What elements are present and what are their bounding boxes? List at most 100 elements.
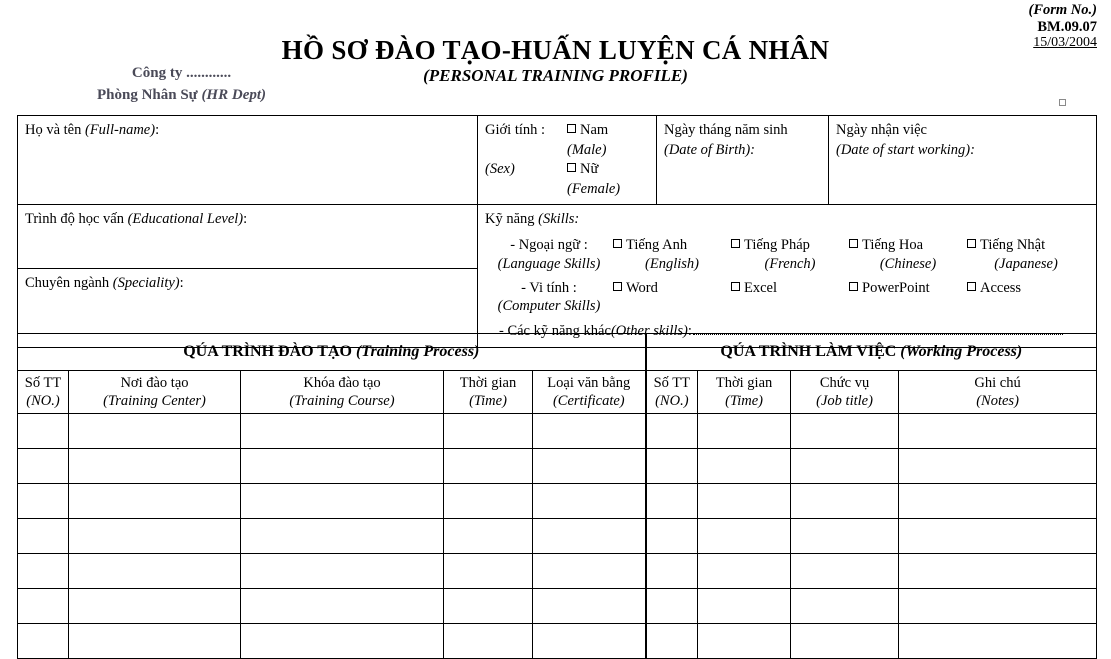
- training-cell[interactable]: [531, 518, 647, 554]
- checkbox-powerpoint-icon[interactable]: [849, 281, 858, 291]
- training-cell[interactable]: [68, 588, 241, 624]
- computer-option-powerpoint[interactable]: PowerPoint: [849, 279, 967, 298]
- training-cell[interactable]: [531, 413, 647, 449]
- working-cell[interactable]: [790, 448, 900, 484]
- working-cell[interactable]: [898, 553, 1098, 589]
- training-cell[interactable]: [240, 483, 444, 519]
- working-cell[interactable]: [644, 588, 699, 624]
- checkbox-access-icon[interactable]: [967, 281, 976, 291]
- checkbox-english-icon[interactable]: [613, 238, 622, 248]
- field-start-working[interactable]: Ngày nhận việc (Date of start working):: [828, 114, 1097, 206]
- computer-option-powerpoint-row[interactable]: PowerPoint: [849, 279, 967, 298]
- training-cell[interactable]: [240, 518, 444, 554]
- col-header-training-certificate: Loại văn bằng (Certificate): [531, 370, 647, 414]
- col-header-training-course: Khóa đào tạo (Training Course): [240, 370, 444, 414]
- working-cell[interactable]: [644, 448, 699, 484]
- working-cell[interactable]: [898, 588, 1098, 624]
- training-cell[interactable]: [443, 553, 533, 589]
- working-cell[interactable]: [697, 553, 792, 589]
- working-cell[interactable]: [898, 518, 1098, 554]
- computer-option-word[interactable]: Word: [613, 279, 731, 298]
- col-header-training-certificate-vi: Loại văn bằng: [547, 374, 631, 391]
- checkbox-french-icon[interactable]: [731, 238, 740, 248]
- language-option-chinese[interactable]: Tiếng Hoa (Chinese): [849, 236, 967, 274]
- training-cell[interactable]: [443, 483, 533, 519]
- department-en: (HR Dept): [201, 86, 267, 103]
- working-cell[interactable]: [790, 483, 900, 519]
- training-cell[interactable]: [240, 588, 444, 624]
- working-cell[interactable]: [644, 518, 699, 554]
- training-cell[interactable]: [68, 413, 241, 449]
- training-cell[interactable]: [240, 448, 444, 484]
- training-cell[interactable]: [17, 518, 69, 554]
- field-date-of-birth[interactable]: Ngày tháng năm sinh (Date of Birth):: [656, 114, 829, 206]
- language-option-english-row[interactable]: Tiếng Anh: [613, 236, 731, 255]
- computer-skills-label: - Vi tính : (Computer Skills): [485, 279, 613, 317]
- training-cell[interactable]: [531, 553, 647, 589]
- training-cell[interactable]: [68, 553, 241, 589]
- working-cell[interactable]: [790, 518, 900, 554]
- computer-skills-label-vi: - Vi tính :: [521, 279, 577, 296]
- field-full-name[interactable]: Họ và tên (Full-name):: [17, 114, 478, 206]
- training-cell[interactable]: [17, 483, 69, 519]
- department-vi: Phòng Nhân Sự: [96, 86, 202, 103]
- training-cell[interactable]: [17, 413, 69, 449]
- checkbox-excel-icon[interactable]: [731, 281, 740, 291]
- educational-level-label-vi: Trình độ học vấn: [25, 211, 128, 228]
- col-header-working-time: Thời gian (Time): [697, 370, 792, 414]
- checkbox-word-icon[interactable]: [613, 281, 622, 291]
- working-cell[interactable]: [790, 413, 900, 449]
- language-option-chinese-row[interactable]: Tiếng Hoa: [849, 236, 967, 255]
- training-cell[interactable]: [443, 518, 533, 554]
- training-cell[interactable]: [17, 448, 69, 484]
- working-cell[interactable]: [898, 413, 1098, 449]
- language-option-french[interactable]: Tiếng Pháp (French): [731, 236, 849, 274]
- training-cell[interactable]: [68, 448, 241, 484]
- training-cell[interactable]: [240, 553, 444, 589]
- training-cell[interactable]: [443, 588, 533, 624]
- sex-option-female[interactable]: Nữ (Female): [567, 160, 649, 199]
- working-cell[interactable]: [898, 448, 1098, 484]
- working-cell[interactable]: [697, 483, 792, 519]
- training-cell[interactable]: [68, 518, 241, 554]
- computer-option-access[interactable]: Access: [967, 279, 1085, 298]
- language-option-french-row[interactable]: Tiếng Pháp: [731, 236, 849, 255]
- training-cell[interactable]: [17, 588, 69, 624]
- computer-option-excel-row[interactable]: Excel: [731, 279, 849, 298]
- computer-option-word-row[interactable]: Word: [613, 279, 731, 298]
- working-cell[interactable]: [697, 448, 792, 484]
- col-header-working-no-vi: Số TT: [653, 374, 691, 391]
- language-option-english[interactable]: Tiếng Anh (English): [613, 236, 731, 274]
- working-cell[interactable]: [644, 413, 699, 449]
- speciality-colon: :: [179, 274, 184, 291]
- field-educational-level[interactable]: Trình độ học vấn (Educational Level):: [17, 204, 478, 269]
- working-cell[interactable]: [898, 483, 1098, 519]
- language-option-japanese-row[interactable]: Tiếng Nhật: [967, 236, 1085, 255]
- training-cell[interactable]: [443, 413, 533, 449]
- checkbox-male-icon[interactable]: [567, 124, 576, 133]
- language-option-japanese[interactable]: Tiếng Nhật (Japanese): [967, 236, 1085, 274]
- computer-option-access-row[interactable]: Access: [967, 279, 1085, 298]
- field-sex[interactable]: Giới tính : Nam (Male) (Sex) Nữ (Female): [477, 114, 657, 206]
- training-cell[interactable]: [68, 483, 241, 519]
- working-cell[interactable]: [697, 518, 792, 554]
- working-cell[interactable]: [644, 483, 699, 519]
- training-cell[interactable]: [531, 448, 647, 484]
- training-cell[interactable]: [443, 448, 533, 484]
- working-cell[interactable]: [697, 588, 792, 624]
- working-cell[interactable]: [697, 413, 792, 449]
- training-cell[interactable]: [531, 483, 647, 519]
- checkbox-female-icon[interactable]: [567, 163, 576, 173]
- training-cell[interactable]: [17, 553, 69, 589]
- training-cell[interactable]: [240, 413, 444, 449]
- sex-option-male[interactable]: Nam (Male): [567, 121, 649, 160]
- working-cell[interactable]: [790, 588, 900, 624]
- training-cell[interactable]: [531, 588, 647, 624]
- computer-option-excel[interactable]: Excel: [731, 279, 849, 298]
- working-cell[interactable]: [644, 553, 699, 589]
- checkbox-japanese-icon[interactable]: [967, 238, 976, 248]
- checkbox-chinese-icon[interactable]: [849, 238, 858, 248]
- field-skills[interactable]: Kỹ năng (Skills: - Ngoại ngữ : (Language…: [477, 204, 1097, 348]
- working-cell[interactable]: [790, 553, 900, 589]
- form-number-code: BM.09.07: [1037, 18, 1097, 35]
